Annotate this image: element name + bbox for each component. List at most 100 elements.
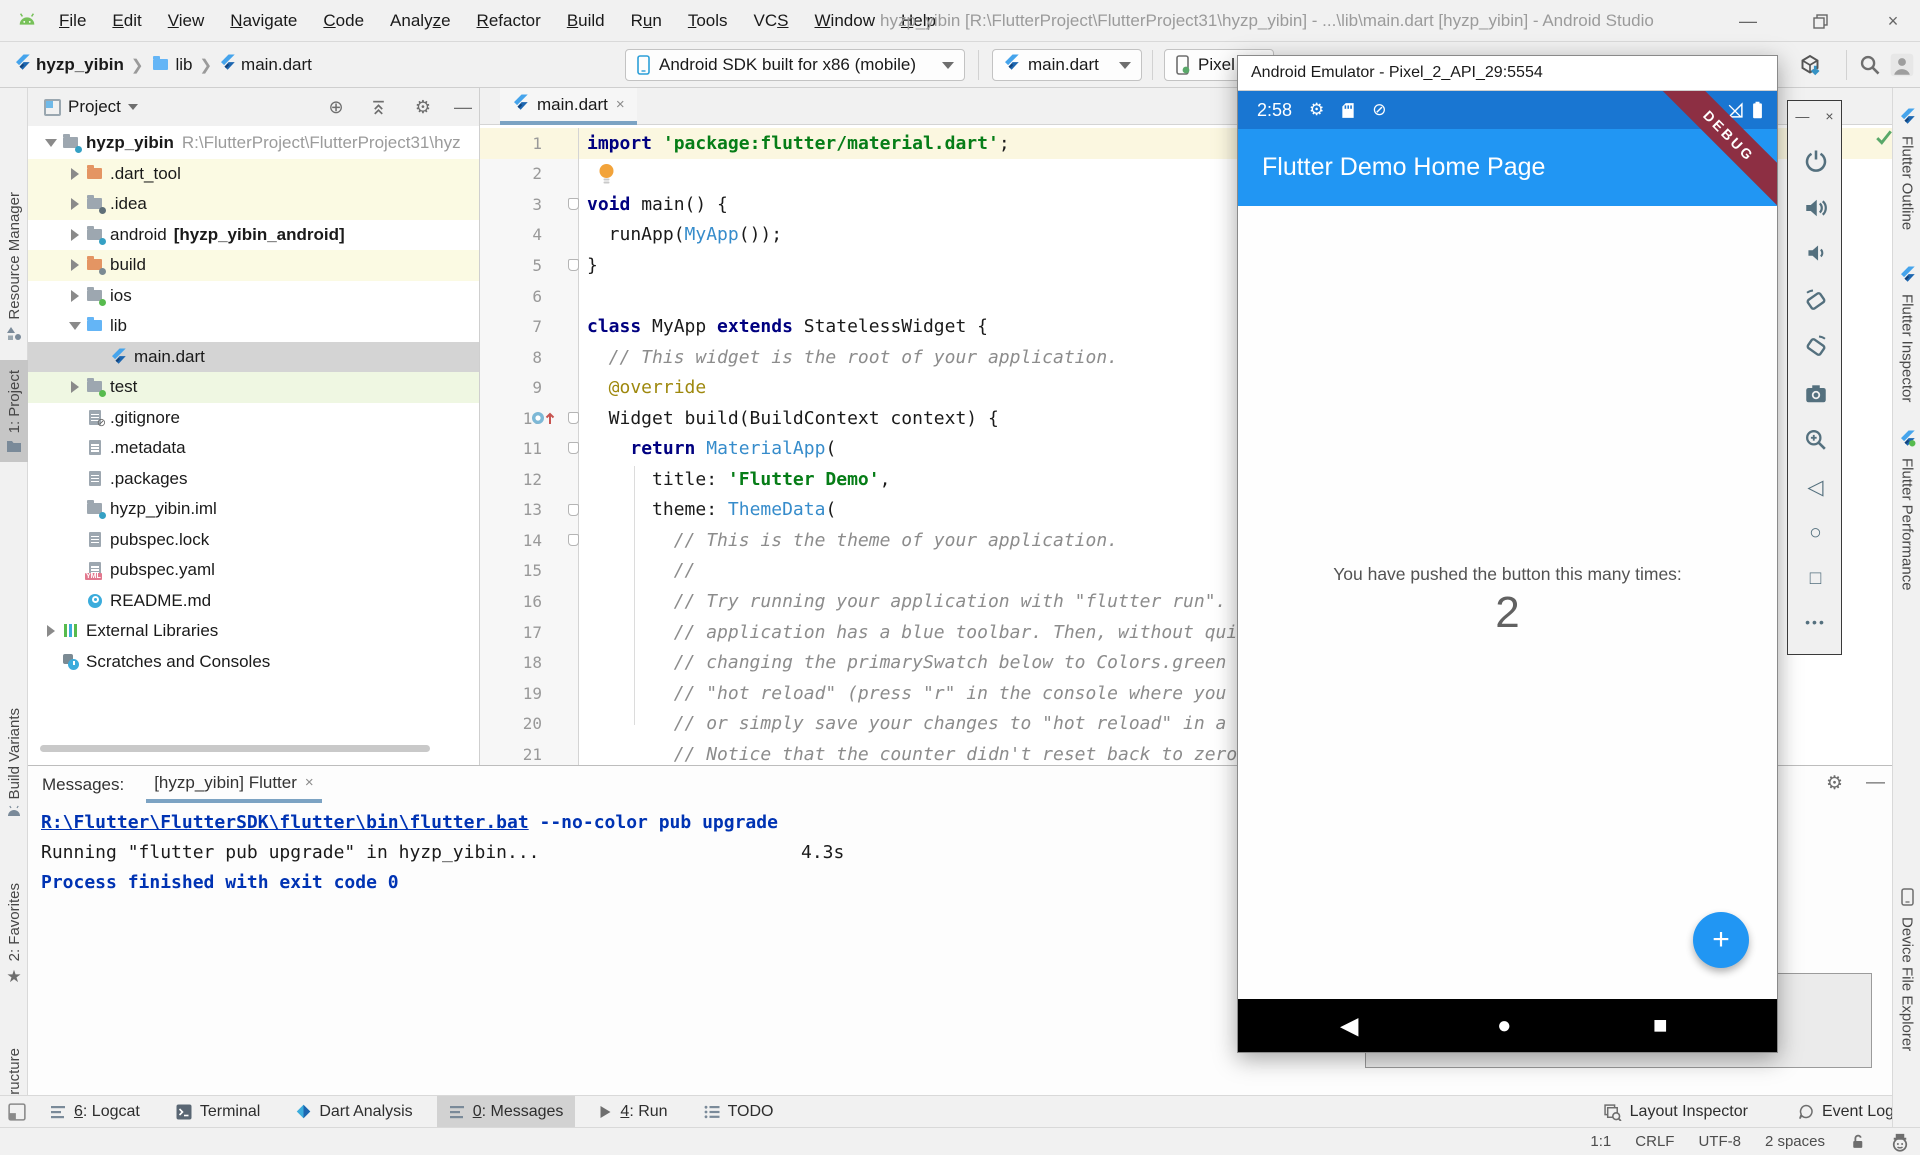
overrides-method-icon[interactable] [530,410,564,426]
close-icon[interactable]: × [616,96,625,113]
tree-collapse-icon[interactable] [66,229,84,241]
window-close-button[interactable]: × [1870,0,1916,42]
tree-expand-icon[interactable] [42,139,60,147]
tree-item-external-libraries[interactable]: External Libraries [28,616,480,647]
stripe-button-build-variants[interactable]: Build Variants [0,708,28,817]
stripe-button-flutter-performance[interactable]: Flutter Performance [1893,430,1920,591]
fold-marker[interactable] [568,259,579,271]
hide-panel-icon[interactable]: — [451,95,475,119]
menu-item-view[interactable]: View [155,0,218,42]
fold-marker[interactable] [568,442,579,454]
tree-item-scratches-and-consoles[interactable]: Scratches and Consoles [28,647,480,678]
line-ending[interactable]: CRLF [1635,1133,1674,1150]
window-restore-button[interactable] [1797,0,1843,42]
fold-marker[interactable] [568,198,579,210]
menu-item-tools[interactable]: Tools [675,0,741,42]
tree-collapse-icon[interactable] [42,625,60,637]
tree-collapse-icon[interactable] [66,168,84,180]
unlock-icon[interactable] [1849,1133,1866,1150]
fold-marker[interactable] [568,534,579,546]
tool-window-button-terminal[interactable]: Terminal [164,1096,272,1128]
tree-item-build[interactable]: build [28,250,480,281]
project-view-dropdown[interactable]: Project [42,97,138,117]
indent-setting[interactable]: 2 spaces [1765,1133,1825,1150]
caret-position[interactable]: 1:1 [1590,1133,1611,1150]
tree-item-lib[interactable]: lib [28,311,480,342]
emulator-overview-icon[interactable]: □ [1788,568,1843,590]
emulator-camera-icon[interactable] [1788,382,1843,406]
emulator-volume-down-icon[interactable] [1788,242,1843,264]
emulator-volume-up-icon[interactable] [1788,196,1843,220]
tree-item-readme-md[interactable]: README.md [28,586,480,617]
sdk-manager-icon[interactable] [1796,51,1824,79]
menu-item-analyze[interactable]: Analyze [377,0,464,42]
run-config-dropdown[interactable]: main.dart [992,49,1142,81]
tree-item-main-dart[interactable]: main.dart [28,342,480,373]
tree-collapse-icon[interactable] [66,290,84,302]
tree-item-ios[interactable]: ios [28,281,480,312]
menu-item-code[interactable]: Code [310,0,377,42]
console-command-link[interactable]: R:\Flutter\FlutterSDK\flutter\bin\flutte… [41,812,529,833]
stripe-button-1-project[interactable]: 1: Project [0,360,28,462]
tree-collapse-icon[interactable] [66,198,84,210]
emulator-close-icon[interactable]: × [1825,108,1833,124]
emulator-screen[interactable]: 2:58 ⚙ ⊘ DEBUG Flutter Demo Home Page Yo… [1238,91,1777,1052]
nav-home-button[interactable]: ● [1497,1012,1512,1040]
tree-item-hyzp-yibin-iml[interactable]: hyzp_yibin.iml [28,494,480,525]
tree-item-pubspec-yaml[interactable]: YMLpubspec.yaml [28,555,480,586]
menu-item-refactor[interactable]: Refactor [464,0,554,42]
menu-item-file[interactable]: File [46,0,99,42]
tool-window-button-4-run[interactable]: 4: Run [587,1096,679,1128]
tool-window-button-event-log[interactable]: Event Log [1786,1096,1906,1128]
collapse-all-icon[interactable] [366,95,390,119]
menu-item-vcs[interactable]: VCS [741,0,802,42]
emulator-rotate-left-icon[interactable] [1788,289,1843,313]
breadcrumb-project[interactable]: hyzp_yibin [36,55,124,75]
profile-avatar-icon[interactable] [1888,51,1916,79]
tool-window-button-dart-analysis[interactable]: Dart Analysis [284,1096,424,1128]
tool-window-switcher-icon[interactable] [8,1103,26,1121]
emulator-more-icon[interactable]: ••• [1788,614,1843,630]
encoding[interactable]: UTF-8 [1698,1133,1741,1150]
tree-collapse-icon[interactable] [66,381,84,393]
menu-item-edit[interactable]: Edit [99,0,154,42]
tree-expand-icon[interactable] [66,322,84,330]
messages-tab-flutter[interactable]: [hyzp_yibin] Flutter × [146,766,321,803]
menu-item-window[interactable]: Window [802,0,888,42]
hide-panel-icon[interactable]: — [1866,772,1885,794]
tool-window-button-0-messages[interactable]: 0: Messages [437,1096,576,1128]
tree-item-gitignore[interactable]: ⊘.gitignore [28,403,480,434]
fab-increment-button[interactable]: + [1693,912,1749,968]
tool-window-button-todo[interactable]: TODO [692,1096,786,1128]
close-icon[interactable]: × [305,774,314,791]
tree-item-pubspec-lock[interactable]: pubspec.lock [28,525,480,556]
search-everywhere-icon[interactable] [1856,51,1884,79]
menu-item-navigate[interactable]: Navigate [217,0,310,42]
settings-gear-icon[interactable]: ⚙ [411,95,435,119]
tree-item-hyzp-yibin[interactable]: hyzp_yibinR:\FlutterProject\FlutterProje… [28,128,480,159]
tree-item-packages[interactable]: .packages [28,464,480,495]
tree-item-android[interactable]: android[hyzp_yibin_android] [28,220,480,251]
inspections-ok-icon[interactable] [1875,128,1893,146]
editor-tab-main-dart[interactable]: main.dart × [500,88,637,125]
device-selector-dropdown[interactable]: Android SDK built for x86 (mobile) [625,49,965,81]
tree-item-test[interactable]: test [28,372,480,403]
emulator-minimize-icon[interactable]: — [1795,108,1809,124]
horizontal-scrollbar[interactable] [40,745,430,752]
menu-item-build[interactable]: Build [554,0,618,42]
tool-window-button-6-logcat[interactable]: 6: Logcat [38,1096,152,1128]
breadcrumb-folder[interactable]: lib [175,55,192,75]
tree-collapse-icon[interactable] [66,259,84,271]
menu-item-run[interactable]: Run [618,0,675,42]
stripe-button-device-file-explorer[interactable]: Device File Explorer [1893,888,1920,1051]
emulator-power-icon[interactable] [1788,149,1843,173]
emulator-back-icon[interactable]: ◁ [1788,475,1843,500]
tree-item-dart-tool[interactable]: .dart_tool [28,159,480,190]
stripe-button-resource-manager[interactable]: Resource Manager [0,192,28,341]
stripe-button-flutter-inspector[interactable]: Flutter Inspector [1893,266,1920,402]
emulator-home-icon[interactable]: ○ [1788,521,1843,545]
breadcrumb-file[interactable]: main.dart [241,55,312,75]
tree-item-idea[interactable]: .idea [28,189,480,220]
stripe-button-2-favorites[interactable]: 2: Favorites★ [0,883,28,987]
locate-file-icon[interactable]: ⊕ [324,95,348,119]
